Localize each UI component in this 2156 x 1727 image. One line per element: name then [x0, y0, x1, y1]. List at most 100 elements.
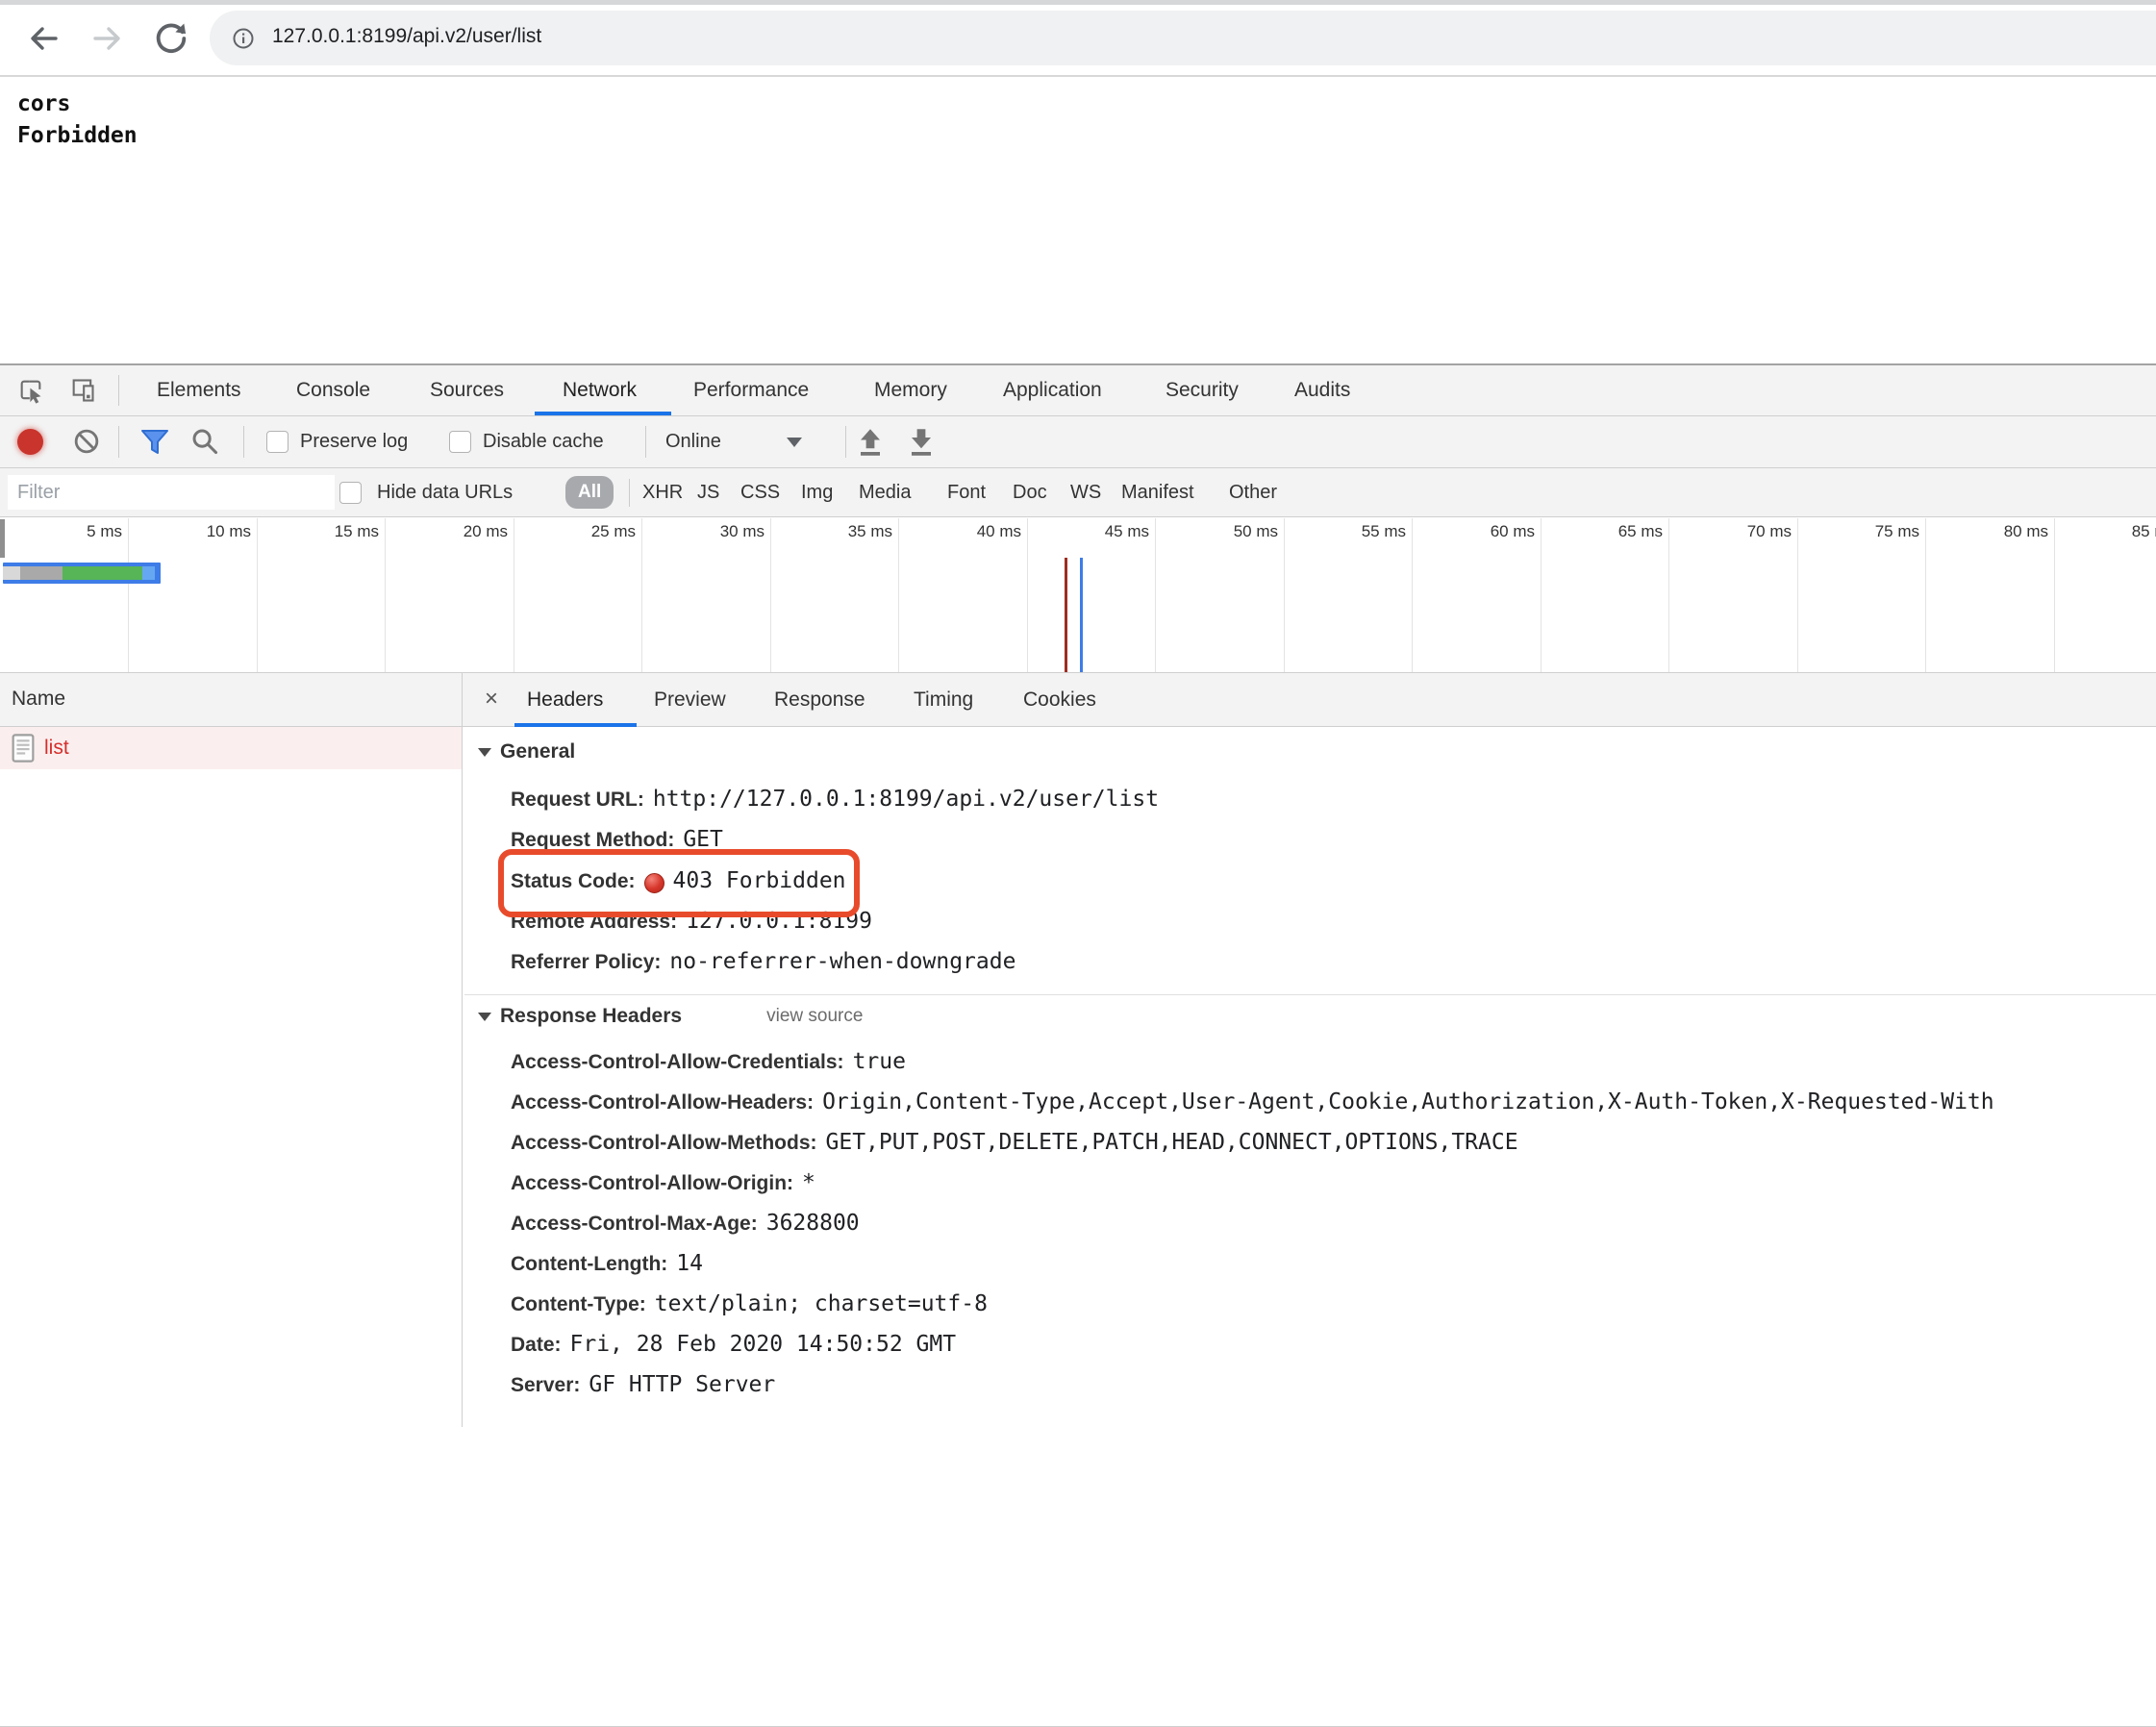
- timeline-tick: 50 ms: [1156, 518, 1285, 672]
- inspect-element-icon[interactable]: [17, 377, 44, 404]
- search-icon[interactable]: [190, 427, 219, 456]
- request-row-failed[interactable]: list: [0, 727, 462, 769]
- load-event-marker: [1065, 558, 1067, 672]
- tab-response[interactable]: Response: [774, 673, 865, 726]
- detail-tab-bar: × Headers Preview Response Timing Cookie…: [463, 673, 2156, 727]
- general-title: General: [500, 740, 575, 763]
- record-button[interactable]: [17, 429, 43, 455]
- header-row-request-method: Request Method: GET: [511, 827, 723, 856]
- timeline-tick: 55 ms: [1284, 518, 1413, 672]
- tab-headers[interactable]: Headers: [527, 673, 603, 726]
- disable-cache-label[interactable]: Disable cache: [483, 416, 604, 467]
- response-headers-section-header[interactable]: Response Headers view source: [478, 1005, 863, 1028]
- timeline-tick: 70 ms: [1669, 518, 1798, 672]
- network-overview-timeline[interactable]: 5 ms 10 ms 15 ms 20 ms 25 ms 30 ms 35 ms…: [0, 518, 2156, 673]
- url-text[interactable]: 127.0.0.1:8199/api.v2/user/list: [272, 0, 541, 75]
- filter-type-doc[interactable]: Doc: [1013, 468, 1047, 516]
- divider: [118, 426, 119, 458]
- header-row: Access-Control-Allow-Credentials: true: [511, 1049, 906, 1078]
- header-row-remote-address: Remote Address: 127.0.0.1:8199: [511, 909, 872, 938]
- header-row: Access-Control-Allow-Headers: Origin,Con…: [511, 1089, 1994, 1118]
- filter-type-manifest[interactable]: Manifest: [1121, 468, 1194, 516]
- header-row-request-url: Request URL: http://127.0.0.1:8199/api.v…: [511, 787, 1159, 815]
- hide-data-urls-label[interactable]: Hide data URLs: [377, 468, 513, 516]
- devtools-tab-bar: Elements Console Sources Network Perform…: [0, 365, 2156, 416]
- info-icon[interactable]: [232, 27, 255, 50]
- document-icon: [12, 733, 35, 763]
- divider: [645, 426, 646, 458]
- tab-cookies[interactable]: Cookies: [1023, 673, 1096, 726]
- general-section-header[interactable]: General: [478, 740, 575, 763]
- timeline-tick: 85 ms: [2054, 518, 2156, 672]
- reload-icon[interactable]: [152, 19, 190, 58]
- page-line: cors: [17, 88, 138, 120]
- name-column-header[interactable]: Name: [0, 673, 462, 727]
- tab-elements[interactable]: Elements: [157, 365, 241, 415]
- filter-type-js[interactable]: JS: [697, 468, 719, 516]
- filter-type-font[interactable]: Font: [947, 468, 986, 516]
- timeline-tick: 80 ms: [1926, 518, 2055, 672]
- filter-type-other[interactable]: Other: [1229, 468, 1277, 516]
- tab-sources[interactable]: Sources: [430, 365, 504, 415]
- header-row: Access-Control-Allow-Methods: GET,PUT,PO…: [511, 1130, 1518, 1159]
- section-separator: [464, 994, 2156, 995]
- tab-memory[interactable]: Memory: [874, 365, 947, 415]
- request-name[interactable]: list: [44, 727, 69, 769]
- chevron-down-icon[interactable]: [787, 438, 802, 447]
- forward-icon[interactable]: [89, 21, 124, 56]
- device-toolbar-icon[interactable]: [69, 377, 96, 404]
- timeline-tick: 40 ms: [899, 518, 1028, 672]
- header-row: Server: GF HTTP Server: [511, 1372, 775, 1401]
- import-har-icon[interactable]: [858, 428, 883, 457]
- hide-data-urls-checkbox[interactable]: [339, 482, 362, 504]
- filter-input[interactable]: [8, 475, 335, 510]
- response-headers-title: Response Headers: [500, 1005, 682, 1028]
- disable-cache-checkbox[interactable]: [449, 431, 471, 453]
- tab-audits[interactable]: Audits: [1294, 365, 1350, 415]
- close-icon[interactable]: ×: [485, 673, 498, 726]
- header-row: Date: Fri, 28 Feb 2020 14:50:52 GMT: [511, 1332, 956, 1361]
- request-waterfall-bar[interactable]: [3, 563, 161, 584]
- triangle-down-icon: [478, 1013, 491, 1021]
- browser-toolbar: 127.0.0.1:8199/api.v2/user/list: [0, 0, 2156, 77]
- header-row: Content-Type: text/plain; charset=utf-8: [511, 1291, 988, 1320]
- back-icon[interactable]: [27, 21, 62, 56]
- timeline-tick: 5 ms: [0, 518, 129, 672]
- overview-left-handle: [0, 519, 5, 558]
- preserve-log-checkbox[interactable]: [266, 431, 288, 453]
- header-row: Content-Length: 14: [511, 1251, 703, 1280]
- timeline-tick: 25 ms: [514, 518, 642, 672]
- timeline-tick: 10 ms: [129, 518, 258, 672]
- filter-type-css[interactable]: CSS: [740, 468, 780, 516]
- domcontentloaded-marker: [1080, 558, 1083, 672]
- timeline-tick: 45 ms: [1027, 518, 1156, 672]
- filter-type-media[interactable]: Media: [859, 468, 911, 516]
- tab-network[interactable]: Network: [563, 365, 637, 415]
- export-har-icon[interactable]: [909, 428, 934, 457]
- page-line: Forbidden: [17, 120, 138, 152]
- divider: [629, 479, 630, 507]
- filter-type-all[interactable]: All: [565, 476, 614, 509]
- name-header-label: Name: [12, 688, 65, 710]
- view-source-link[interactable]: view source: [766, 1006, 863, 1027]
- active-tab-underline: [535, 412, 671, 415]
- throttling-select[interactable]: Online: [665, 416, 721, 467]
- clear-icon[interactable]: [73, 428, 100, 455]
- network-filter-bar: Hide data URLs All XHR JS CSS Img Media …: [0, 468, 2156, 517]
- filter-type-img[interactable]: Img: [801, 468, 833, 516]
- tab-console[interactable]: Console: [296, 365, 370, 415]
- filter-funnel-icon[interactable]: [139, 429, 170, 456]
- tab-preview[interactable]: Preview: [654, 673, 726, 726]
- preserve-log-label[interactable]: Preserve log: [300, 416, 408, 467]
- tab-performance[interactable]: Performance: [693, 365, 809, 415]
- filter-type-ws[interactable]: WS: [1070, 468, 1101, 516]
- tab-application[interactable]: Application: [1003, 365, 1102, 415]
- header-row-referrer-policy: Referrer Policy: no-referrer-when-downgr…: [511, 949, 1015, 978]
- active-detail-tab-underline: [514, 723, 637, 727]
- request-list-panel: Name list: [0, 673, 463, 1427]
- waterfall-queue-segment: [20, 566, 63, 580]
- tab-timing[interactable]: Timing: [914, 673, 973, 726]
- header-row: Access-Control-Allow-Origin: *: [511, 1170, 815, 1199]
- tab-security[interactable]: Security: [1166, 365, 1239, 415]
- filter-type-xhr[interactable]: XHR: [642, 468, 683, 516]
